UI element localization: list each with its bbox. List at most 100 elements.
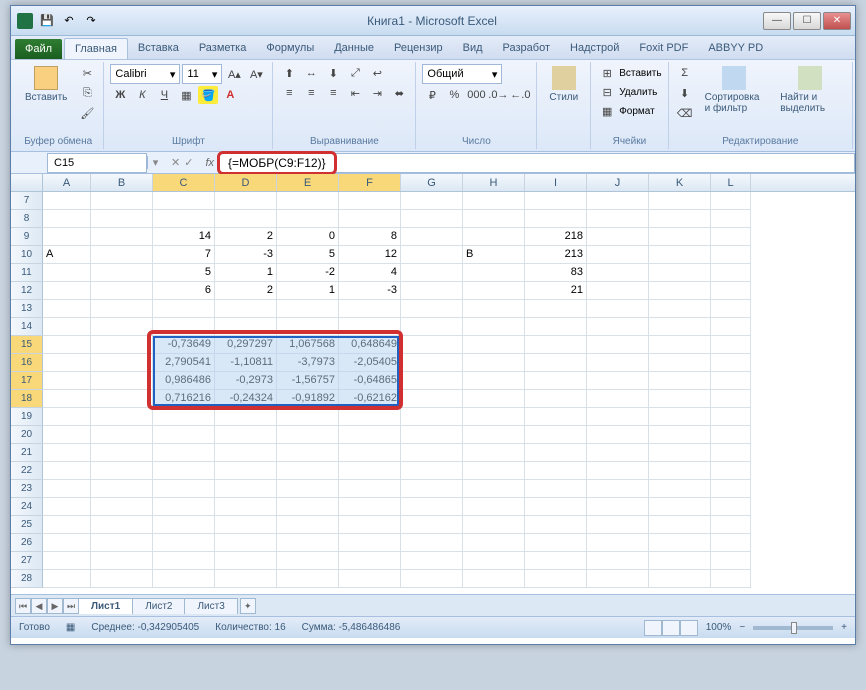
cell-L18[interactable] [711,390,751,408]
tab-foxit pdf[interactable]: Foxit PDF [629,38,698,59]
page-layout-view-button[interactable] [662,620,680,636]
cell-K9[interactable] [649,228,711,246]
cell-K20[interactable] [649,426,711,444]
cell-J11[interactable] [587,264,649,282]
cell-E23[interactable] [277,480,339,498]
cell-E8[interactable] [277,210,339,228]
cell-K24[interactable] [649,498,711,516]
cell-E16[interactable]: -3,7973 [277,354,339,372]
cell-E18[interactable]: -0,91892 [277,390,339,408]
cell-L28[interactable] [711,570,751,588]
cell-C11[interactable]: 5 [153,264,215,282]
format-cells-button[interactable]: ▦ [597,102,617,120]
cell-A15[interactable] [43,336,91,354]
cell-K15[interactable] [649,336,711,354]
cell-I10[interactable]: 213 [525,246,587,264]
cell-J16[interactable] [587,354,649,372]
cell-D12[interactable]: 2 [215,282,277,300]
align-left-button[interactable]: ≡ [279,84,299,102]
spreadsheet-grid[interactable]: ABCDEFGHIJKL 789101112131415161718192021… [11,174,855,594]
cell-I11[interactable]: 83 [525,264,587,282]
cell-C25[interactable] [153,516,215,534]
cell-B23[interactable] [91,480,153,498]
cell-K14[interactable] [649,318,711,336]
sort-filter-button[interactable]: Сортировка и фильтр [699,64,771,134]
cell-F21[interactable] [339,444,401,462]
cell-I12[interactable]: 21 [525,282,587,300]
autosum-button[interactable]: Σ [675,64,695,82]
copy-button[interactable]: ⎘ [77,84,97,102]
cell-K25[interactable] [649,516,711,534]
cell-A12[interactable] [43,282,91,300]
cell-D19[interactable] [215,408,277,426]
undo-button[interactable]: ↶ [59,11,79,31]
cell-H13[interactable] [463,300,525,318]
cell-H8[interactable] [463,210,525,228]
cell-E9[interactable]: 0 [277,228,339,246]
col-header-K[interactable]: K [649,174,711,191]
row-header-23[interactable]: 23 [11,480,43,498]
cell-B12[interactable] [91,282,153,300]
cell-K12[interactable] [649,282,711,300]
tab-разметка[interactable]: Разметка [189,38,257,59]
cell-J20[interactable] [587,426,649,444]
sheet-tab-Лист3[interactable]: Лист3 [184,598,237,614]
tab-разработ[interactable]: Разработ [493,38,560,59]
cell-H25[interactable] [463,516,525,534]
merge-button[interactable]: ⬌ [389,84,409,102]
cell-H17[interactable] [463,372,525,390]
name-box[interactable]: C15 [47,153,147,173]
cell-H22[interactable] [463,462,525,480]
formula-input[interactable]: {=МОБР(C9:F12)} [218,153,855,173]
sheet-nav-next[interactable]: ▶ [47,598,63,614]
cell-L20[interactable] [711,426,751,444]
cell-H7[interactable] [463,192,525,210]
minimize-button[interactable]: — [763,12,791,30]
cell-H9[interactable] [463,228,525,246]
cell-D14[interactable] [215,318,277,336]
cell-H28[interactable] [463,570,525,588]
zoom-out-button[interactable]: − [739,622,745,633]
cell-E11[interactable]: -2 [277,264,339,282]
cell-L16[interactable] [711,354,751,372]
cell-J23[interactable] [587,480,649,498]
cell-G28[interactable] [401,570,463,588]
cell-H15[interactable] [463,336,525,354]
wrap-text-button[interactable]: ↩ [367,64,387,82]
cell-G13[interactable] [401,300,463,318]
cell-G20[interactable] [401,426,463,444]
cell-E22[interactable] [277,462,339,480]
cell-I20[interactable] [525,426,587,444]
maximize-button[interactable]: ☐ [793,12,821,30]
row-header-12[interactable]: 12 [11,282,43,300]
cell-D18[interactable]: -0,24324 [215,390,277,408]
align-middle-button[interactable]: ↔ [301,64,321,82]
increase-indent-button[interactable]: ⇥ [367,84,387,102]
cell-B17[interactable] [91,372,153,390]
cell-K7[interactable] [649,192,711,210]
cell-I26[interactable] [525,534,587,552]
col-header-E[interactable]: E [277,174,339,191]
sheet-nav-last[interactable]: ⏭ [63,598,79,614]
cell-G10[interactable] [401,246,463,264]
close-button[interactable]: ✕ [823,12,851,30]
cell-I23[interactable] [525,480,587,498]
cell-E27[interactable] [277,552,339,570]
cell-C27[interactable] [153,552,215,570]
bold-button[interactable]: Ж [110,86,130,104]
sheet-nav-first[interactable]: ⏮ [15,598,31,614]
cell-A25[interactable] [43,516,91,534]
cell-G9[interactable] [401,228,463,246]
cell-K21[interactable] [649,444,711,462]
cell-B20[interactable] [91,426,153,444]
cell-C13[interactable] [153,300,215,318]
cell-H26[interactable] [463,534,525,552]
font-size-dropdown[interactable]: 11▾ [182,64,222,84]
cell-C14[interactable] [153,318,215,336]
cell-F17[interactable]: -0,64865 [339,372,401,390]
row-header-11[interactable]: 11 [11,264,43,282]
normal-view-button[interactable] [644,620,662,636]
cell-K8[interactable] [649,210,711,228]
cell-D26[interactable] [215,534,277,552]
tab-file[interactable]: Файл [15,39,62,59]
